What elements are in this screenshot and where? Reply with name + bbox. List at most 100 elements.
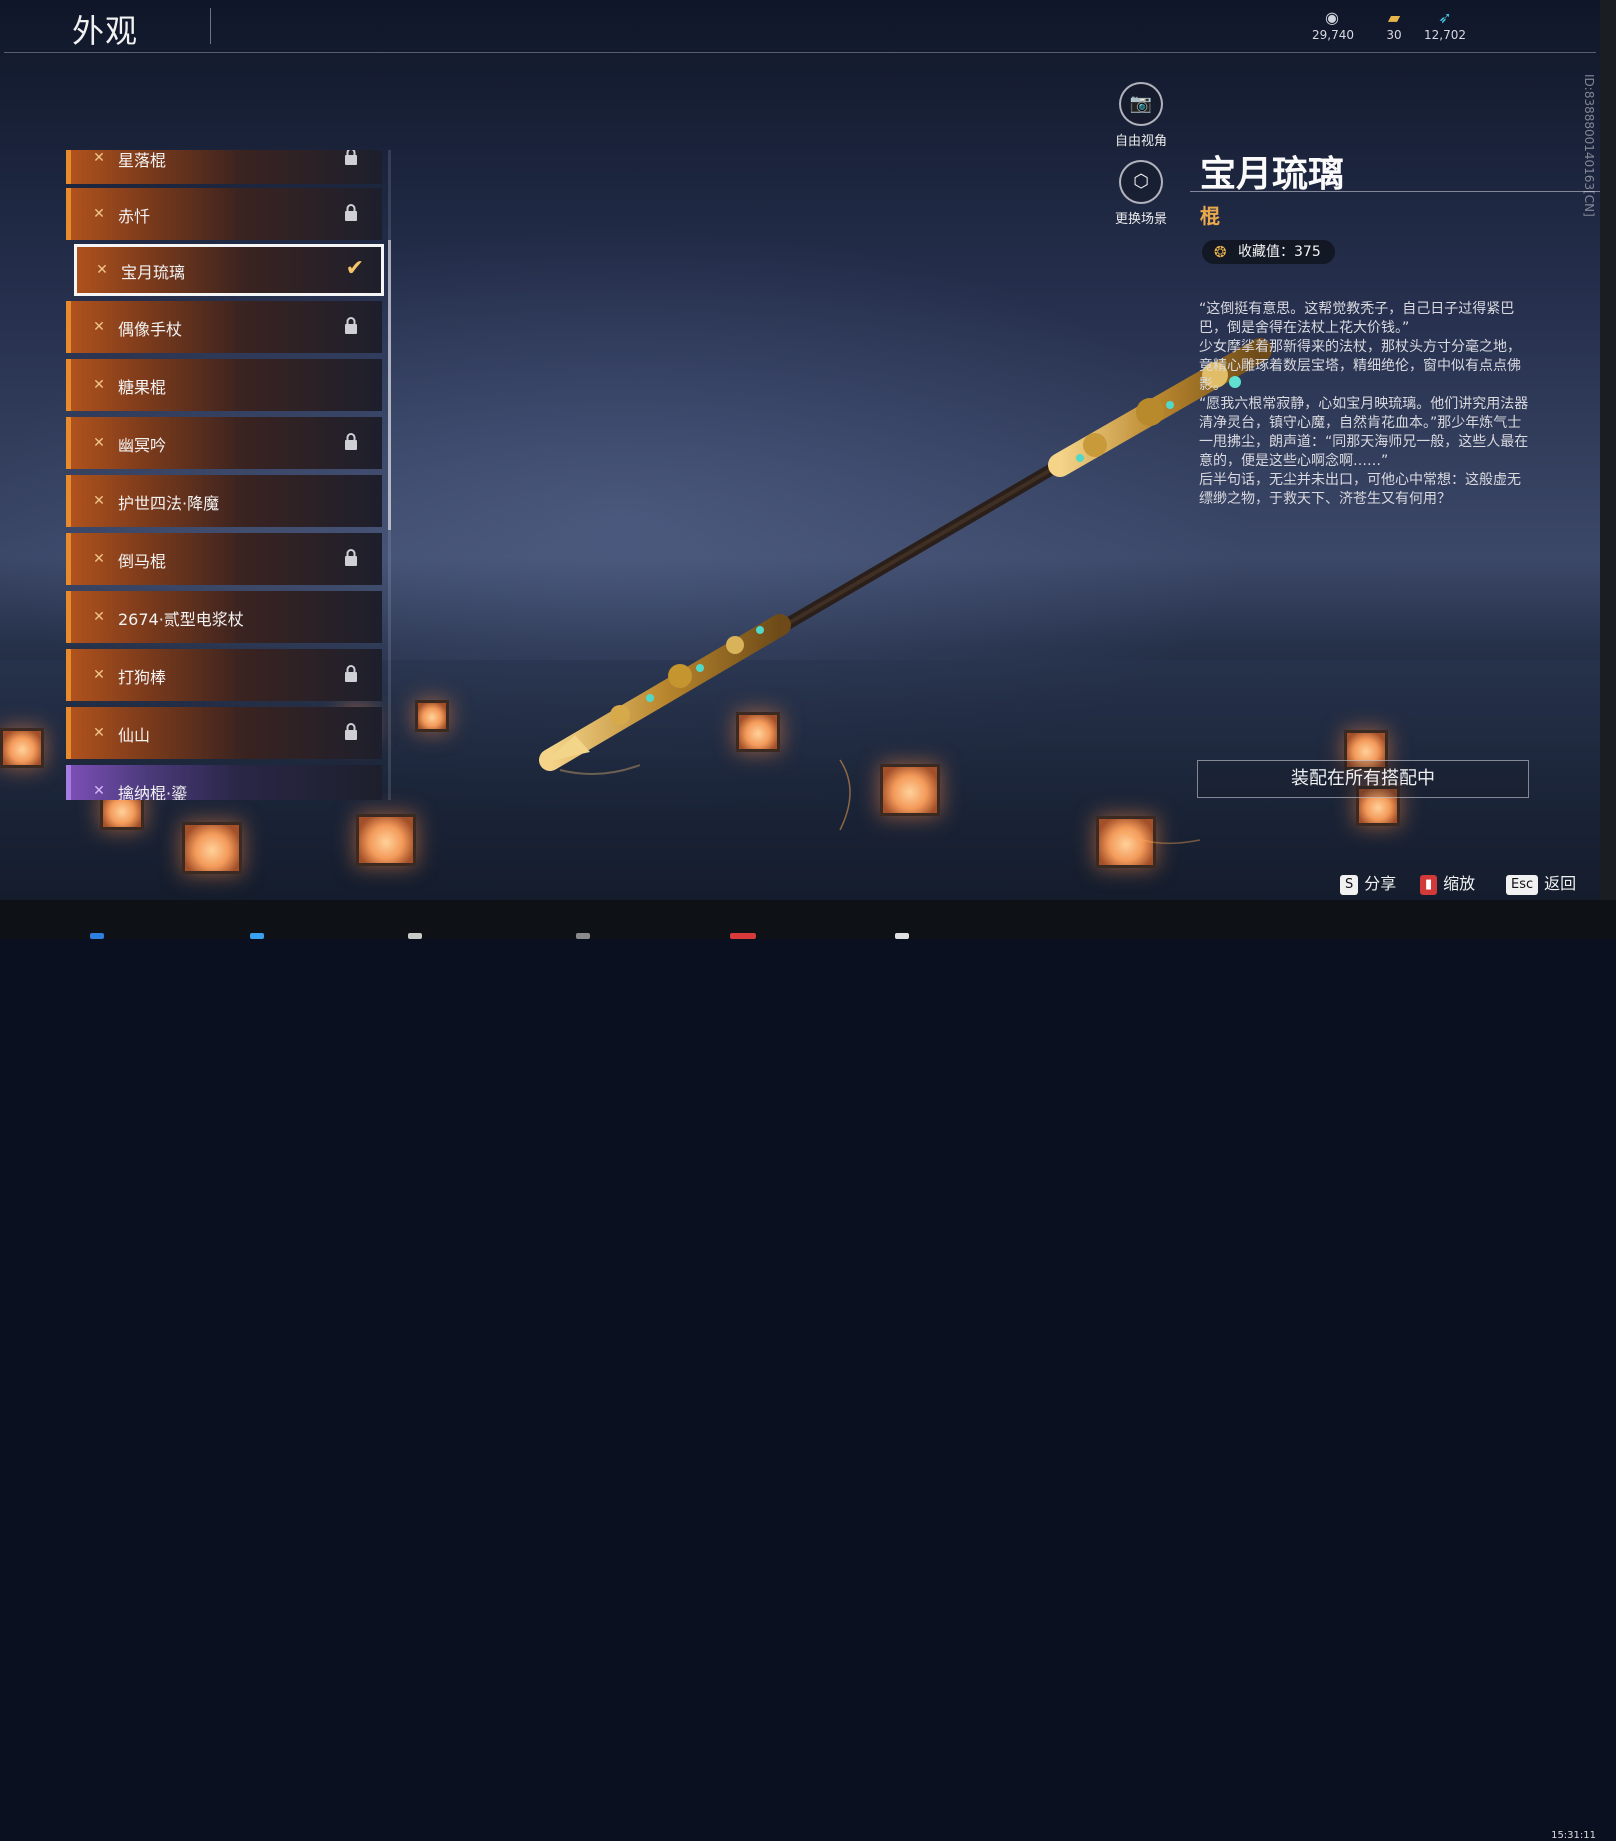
list-item[interactable]: ✕ 赤忏 — [66, 188, 382, 240]
lock-icon — [345, 723, 357, 740]
free-view-button[interactable]: 📷 自由视角 — [1101, 82, 1181, 149]
currency-feather-value: 12,702 — [1424, 28, 1466, 42]
lock-icon — [345, 549, 357, 566]
item-name: 宝月琉璃 — [1200, 154, 1345, 195]
header-underline — [4, 52, 1596, 53]
coin-icon: ◉ — [1325, 8, 1339, 27]
list-item-label: 幽冥吟 — [118, 436, 167, 455]
back-label: 返回 — [1544, 874, 1577, 893]
taskbar-clock: 15:31:11 — [1551, 1830, 1596, 1841]
list-scrollbar-thumb[interactable] — [388, 240, 391, 530]
lantern — [415, 700, 449, 732]
taskbar-app-icon[interactable] — [576, 933, 590, 939]
key-s: S — [1340, 875, 1359, 895]
lantern — [1096, 816, 1156, 868]
taskbar-app-icon[interactable] — [90, 933, 104, 939]
description-paragraph: “愿我六根常寂静，心如宝月映琉璃。他们讲究用法器清净灵台，镇守心魔，自然肯花血本… — [1199, 396, 1529, 469]
list-item-label: 仙山 — [118, 726, 151, 745]
feather-icon: ➶ — [1438, 8, 1452, 27]
list-item-label: 打狗棒 — [118, 668, 167, 687]
change-scene-button[interactable]: ⬡ 更换场景 — [1101, 160, 1181, 227]
list-item[interactable]: ✕ 倒马棍 — [66, 533, 382, 585]
key-esc: Esc — [1506, 875, 1539, 895]
collection-icon: ❂ — [1214, 243, 1227, 261]
staff-type-icon: ✕ — [93, 609, 105, 625]
currency-coin: ◉ 29,740 — [1312, 8, 1354, 42]
staff-type-icon: ✕ — [93, 377, 105, 393]
list-item-label: 糖果棍 — [118, 378, 167, 397]
item-description: “这倒挺有意思。这帮觉教秃子，自己日子过得紧巴巴，倒是舍得在法杖上花大价钱。” … — [1199, 300, 1533, 509]
player-id: ID:8388800140163[CN] — [1582, 74, 1596, 217]
currency-feather: ➶ 12,702 — [1420, 8, 1470, 42]
list-item[interactable]: ✕ 擒纳棍·鎏 — [66, 765, 382, 800]
share-label: 分享 — [1364, 874, 1397, 893]
description-paragraph: “这倒挺有意思。这帮觉教秃子，自己日子过得紧巴巴，倒是舍得在法杖上花大价钱。” — [1199, 301, 1515, 336]
list-item[interactable]: ✕ 仙山 — [66, 707, 382, 759]
list-item[interactable]: ✕ 幽冥吟 — [66, 417, 382, 469]
camera-icon: 📷 — [1119, 82, 1163, 126]
list-item-selected[interactable]: ✕ 宝月琉璃 ✔ — [74, 244, 384, 296]
free-view-label: 自由视角 — [1114, 134, 1167, 149]
skin-list[interactable]: ✕ 星落棍 ✕ 赤忏 ✕ 宝月琉璃 ✔ ✕ 偶像手杖 ✕ 糖果棍 ✕ 幽冥吟 ✕… — [66, 150, 386, 800]
list-item-label: 2674·贰型电浆杖 — [118, 610, 244, 629]
list-item-label: 宝月琉璃 — [121, 263, 186, 282]
staff-type-icon: ✕ — [93, 551, 105, 567]
staff-type-icon: ✕ — [93, 319, 105, 335]
staff-type-icon: ✕ — [93, 783, 105, 799]
lock-icon — [345, 150, 357, 165]
list-item-label: 星落棍 — [118, 151, 167, 170]
equip-all-button[interactable]: 装配在所有搭配中 — [1197, 760, 1529, 798]
list-item[interactable]: ✕ 2674·贰型电浆杖 — [66, 591, 382, 643]
lantern — [880, 764, 940, 816]
lantern — [0, 728, 44, 768]
back-hint[interactable]: Esc 返回 — [1506, 870, 1576, 895]
top-bar: 外观 ◉ 29,740 ▰ 30 ➶ 12,702 — [0, 0, 1600, 53]
list-item[interactable]: ✕ 打狗棒 — [66, 649, 382, 701]
staff-type-icon: ✕ — [96, 262, 108, 278]
ticket-icon: ▰ — [1387, 8, 1401, 27]
currency-coin-value: 29,740 — [1312, 28, 1354, 42]
currency-ticket-value: 30 — [1386, 28, 1402, 42]
title-divider — [210, 8, 211, 44]
list-item[interactable]: ✕ 偶像手杖 — [66, 301, 382, 353]
staff-type-icon: ✕ — [93, 725, 105, 741]
staff-type-icon: ✕ — [93, 206, 105, 222]
collection-value: 收藏值：375 — [1238, 244, 1321, 260]
currency-ticket: ▰ 30 — [1376, 8, 1412, 42]
lantern — [356, 814, 416, 866]
list-item-label: 擒纳棍·鎏 — [118, 784, 188, 800]
list-item[interactable]: ✕ 护世四法·降魔 — [66, 475, 382, 527]
list-item-label: 偶像手杖 — [118, 320, 183, 339]
page-title: 外观 — [72, 12, 139, 50]
lantern — [736, 712, 780, 752]
taskbar-app-icon[interactable] — [250, 933, 264, 939]
staff-type-icon: ✕ — [93, 435, 105, 451]
change-scene-label: 更换场景 — [1114, 212, 1167, 227]
lock-icon — [345, 204, 357, 221]
lock-icon — [345, 433, 357, 450]
description-paragraph: 少女摩挲着那新得来的法杖，那杖头方寸分毫之地，竟精心雕琢着数层宝塔，精细绝伦，窗… — [1199, 339, 1521, 393]
list-item[interactable]: ✕ 星落棍 — [66, 150, 382, 184]
list-item-label: 赤忏 — [118, 207, 151, 226]
window-edge — [1600, 0, 1616, 900]
staff-type-icon: ✕ — [93, 667, 105, 683]
taskbar-app-icon[interactable] — [895, 933, 909, 939]
taskbar-app-icon[interactable] — [408, 933, 422, 939]
list-item[interactable]: ✕ 糖果棍 — [66, 359, 382, 411]
lantern — [182, 822, 242, 874]
share-hint[interactable]: S 分享 — [1340, 870, 1396, 895]
list-item-label: 护世四法·降魔 — [118, 494, 220, 513]
os-taskbar: 15:31:11 — [0, 900, 1616, 1841]
detail-divider — [1190, 191, 1600, 192]
check-icon: ✔ — [345, 256, 364, 281]
lock-icon — [345, 665, 357, 682]
taskbar-app-icon[interactable] — [730, 933, 756, 939]
list-scrollbar[interactable] — [388, 150, 391, 800]
staff-type-icon: ✕ — [93, 150, 105, 166]
cube-icon: ⬡ — [1119, 160, 1163, 204]
lock-icon — [345, 317, 357, 334]
collection-value-badge: ❂ 收藏值：375 — [1202, 240, 1335, 264]
zoom-label: 缩放 — [1443, 874, 1476, 893]
staff-type-icon: ✕ — [93, 493, 105, 509]
zoom-hint[interactable]: ▮ 缩放 — [1420, 870, 1475, 895]
